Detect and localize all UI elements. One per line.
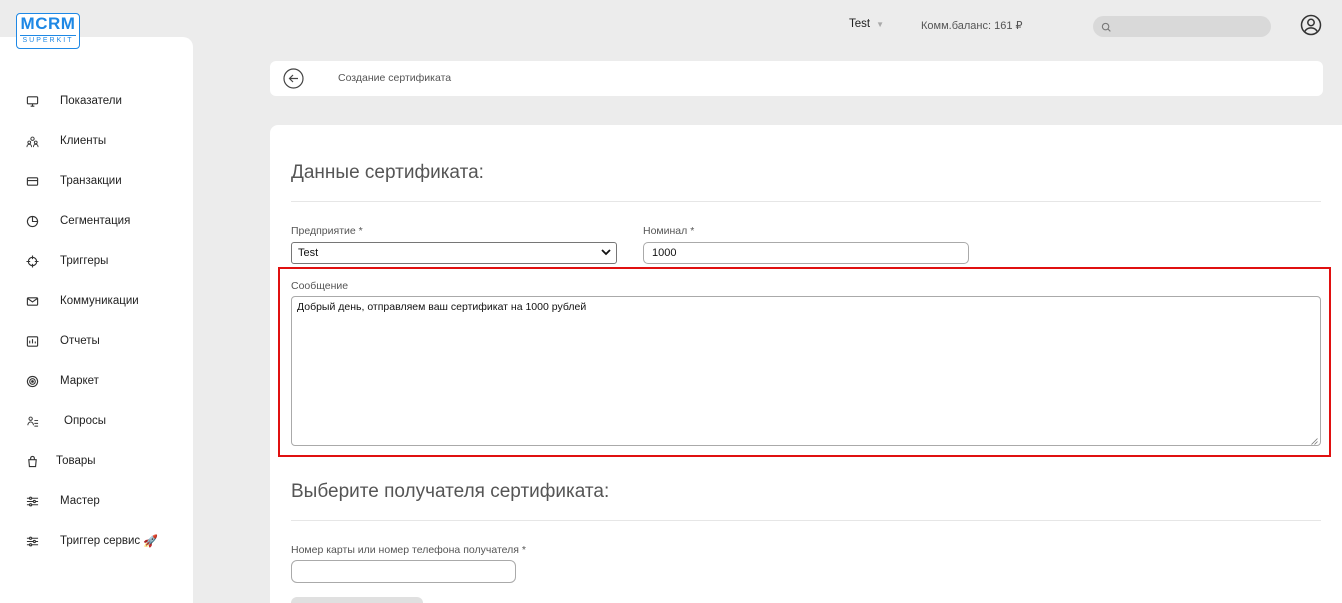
sidebar-item-products[interactable]: Товары	[24, 450, 96, 472]
divider	[291, 201, 1321, 202]
monitor-icon	[24, 93, 40, 109]
sidebar-item-label: Транзакции	[60, 175, 122, 187]
search-icon	[1101, 20, 1112, 38]
user-switcher[interactable]: Test ▼	[849, 18, 884, 30]
nominal-label: Номинал *	[643, 225, 695, 237]
enterprise-value: Test	[298, 247, 319, 259]
card-icon	[24, 173, 40, 189]
message-text: Добрый день, отправляем ваш сертификат н…	[297, 301, 587, 313]
chevron-down-icon: ▼	[876, 20, 885, 29]
balance-text: Комм.баланс: 161 ₽	[921, 20, 1023, 32]
sidebar-item-label: Клиенты	[60, 135, 107, 147]
submit-button[interactable]	[291, 597, 423, 603]
bag-icon	[24, 453, 40, 469]
logo-sub: SUPERKIT	[20, 35, 76, 46]
sidebar-item-clients[interactable]: Клиенты	[24, 130, 106, 152]
profile-icon[interactable]	[1300, 14, 1322, 36]
section-title-recipient: Выберите получателя сертификата:	[291, 481, 610, 502]
sidebar-item-master[interactable]: Мастер	[24, 490, 100, 512]
sidebar-item-label: Триггеры	[60, 255, 109, 267]
pie-icon	[24, 213, 40, 229]
sidebar	[0, 37, 193, 603]
certificate-form: Данные сертификата: Предприятие * Test Н…	[270, 125, 1342, 603]
sidebar-item-triggers[interactable]: Триггеры	[24, 250, 108, 272]
sidebar-item-label: Показатели	[60, 95, 122, 107]
report-icon	[24, 333, 40, 349]
users-icon	[24, 133, 40, 149]
nominal-input[interactable]: 1000	[643, 242, 969, 264]
sidebar-item-segmentation[interactable]: Сегментация	[24, 210, 130, 232]
sidebar-item-communications[interactable]: Коммуникации	[24, 290, 139, 312]
sidebar-item-dashboard[interactable]: Показатели	[24, 90, 122, 112]
breadcrumb: Создание сертификата	[270, 61, 1323, 96]
target-icon	[24, 373, 40, 389]
survey-icon	[24, 413, 40, 429]
message-textarea[interactable]: Добрый день, отправляем ваш сертификат н…	[291, 296, 1321, 446]
section-title-certificate-data: Данные сертификата:	[291, 162, 484, 183]
sidebar-item-label: Опросы	[64, 415, 106, 427]
sidebar-item-label: Маркет	[60, 375, 99, 387]
recipient-input[interactable]	[291, 560, 516, 583]
sidebar-item-market[interactable]: Маркет	[24, 370, 99, 392]
sidebar-item-transactions[interactable]: Транзакции	[24, 170, 122, 192]
logo[interactable]: MCRM SUPERKIT	[16, 13, 80, 49]
sliders-icon	[24, 493, 40, 509]
mail-icon	[24, 293, 40, 309]
enterprise-select[interactable]: Test	[291, 242, 617, 264]
search-input[interactable]	[1093, 16, 1271, 37]
sidebar-item-reports[interactable]: Отчеты	[24, 330, 100, 352]
resize-handle-icon[interactable]	[1311, 436, 1318, 445]
sliders-icon	[24, 533, 40, 549]
back-arrow-icon[interactable]	[283, 68, 304, 89]
user-name: Test	[849, 18, 871, 30]
message-label: Сообщение	[291, 280, 349, 292]
crosshair-icon	[24, 253, 40, 269]
enterprise-label: Предприятие *	[291, 225, 363, 237]
recipient-label: Номер карты или номер телефона получател…	[291, 544, 526, 556]
sidebar-item-label: Мастер	[60, 495, 100, 507]
sidebar-item-label: Коммуникации	[60, 295, 139, 307]
rocket-icon: 🚀	[143, 534, 159, 548]
sidebar-item-surveys[interactable]: Опросы	[24, 410, 106, 432]
sidebar-item-label: Товары	[56, 455, 96, 467]
sidebar-item-label: Триггер сервис	[60, 535, 141, 547]
sidebar-item-label: Сегментация	[60, 215, 131, 227]
chevron-down-icon	[600, 246, 612, 258]
logo-main: MCRM	[20, 14, 76, 33]
divider	[291, 520, 1321, 521]
page-title: Создание сертификата	[338, 72, 452, 84]
sidebar-item-trigger-service[interactable]: Триггер сервис 🚀	[24, 530, 158, 552]
sidebar-item-label: Отчеты	[60, 335, 100, 347]
